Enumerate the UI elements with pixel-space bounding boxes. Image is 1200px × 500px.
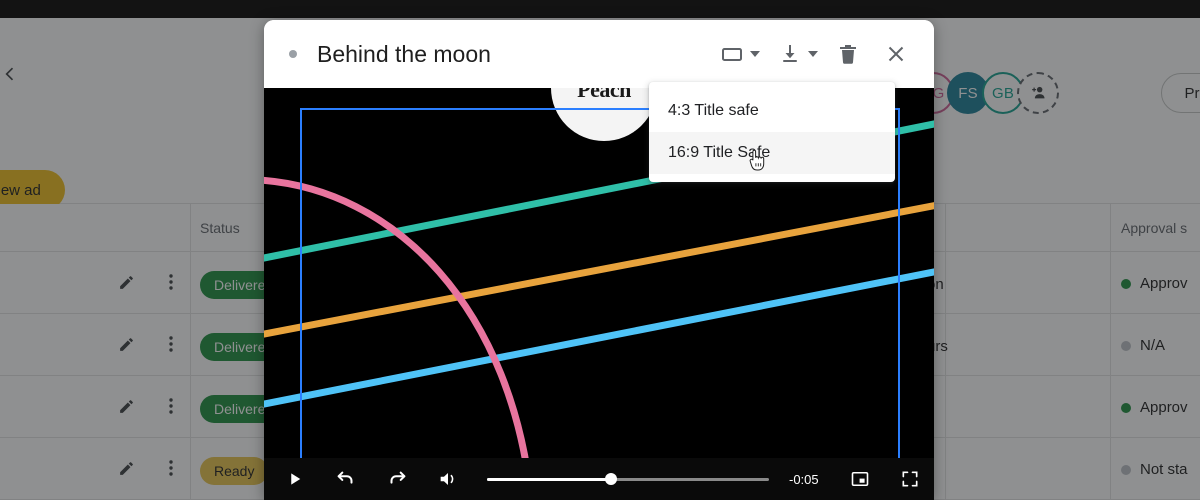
video-preview-modal: Behind the moon Peach -0:05 4:3 Title sa…: [264, 20, 934, 500]
volume-icon[interactable]: [431, 462, 465, 496]
play-icon[interactable]: [278, 462, 312, 496]
progress-scrubber[interactable]: [487, 470, 769, 488]
page-title: Behind the moon: [317, 40, 491, 67]
close-icon[interactable]: [872, 30, 920, 78]
title-safe-dropdown-menu: 4:3 Title safe 16:9 Title Safe: [649, 82, 895, 182]
undo-icon[interactable]: [329, 462, 363, 496]
trash-icon[interactable]: [824, 30, 872, 78]
download-control[interactable]: [766, 30, 824, 78]
time-remaining-label: -0:05: [789, 471, 819, 487]
redo-icon[interactable]: [380, 462, 414, 496]
mouse-cursor-pointer-icon: [749, 149, 769, 171]
rectangle-icon[interactable]: [708, 30, 756, 78]
progress-fill: [487, 477, 612, 481]
unsaved-indicator-dot-icon: [289, 50, 297, 58]
aspect-ratio-control[interactable]: [708, 30, 766, 78]
picture-in-picture-icon[interactable]: [843, 462, 877, 496]
chevron-down-icon[interactable]: [750, 51, 760, 57]
menu-item-label: 4:3 Title safe: [668, 102, 759, 119]
chevron-down-icon[interactable]: [808, 51, 818, 57]
screen: CG FS GB Proof of: [0, 0, 1200, 500]
modal-actions: [708, 30, 934, 78]
modal-header: Behind the moon: [264, 20, 934, 88]
download-icon[interactable]: [766, 30, 814, 78]
fullscreen-icon[interactable]: [893, 462, 927, 496]
menu-item-4-3-title-safe[interactable]: 4:3 Title safe: [649, 90, 895, 132]
progress-knob[interactable]: [605, 473, 618, 485]
video-controls-bar: -0:05: [264, 458, 934, 500]
menu-item-16-9-title-safe[interactable]: 16:9 Title Safe: [649, 132, 895, 174]
browser-top-bar: [0, 0, 1200, 18]
